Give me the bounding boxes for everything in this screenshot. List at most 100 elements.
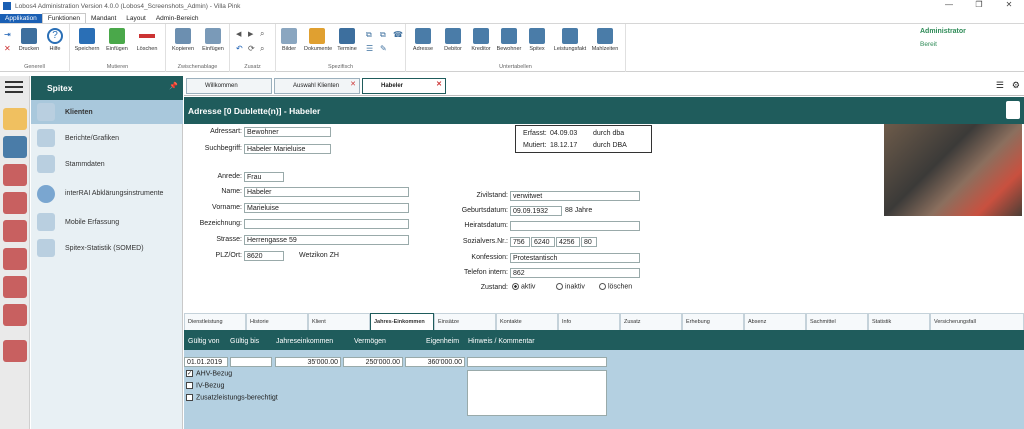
close-button[interactable]: ✕ (994, 0, 1024, 9)
service-billing-button[interactable]: Leistungsfakt (552, 28, 588, 52)
nav-item-interrai[interactable]: interRAI Abklärungsinstrumente (31, 180, 183, 208)
database-icon[interactable]: ☰ (996, 80, 1004, 91)
nav-item-statistik[interactable]: Spitex-Statistik (SOMED) (31, 236, 183, 260)
menu-tab-layout[interactable]: Layout (121, 14, 151, 23)
close-tab-icon[interactable]: ✕ (350, 80, 356, 88)
meals-button[interactable]: Mahlzeiten (590, 28, 620, 52)
address-button[interactable]: Adresse (410, 28, 436, 52)
nav-item-berichte[interactable]: Berichte/Grafiken (31, 126, 183, 150)
undo-icon[interactable]: ↶ (236, 44, 243, 53)
gueltig-bis-field[interactable] (230, 357, 272, 367)
close-tab-icon[interactable]: ✕ (436, 80, 442, 88)
home-icon[interactable] (2, 164, 27, 186)
documents-button[interactable]: Dokumente (304, 28, 332, 52)
save-button[interactable]: Speichern (74, 28, 100, 52)
subtab-erhebung[interactable]: Erhebung (682, 313, 744, 330)
settings-icon[interactable]: ⚙ (1012, 80, 1020, 91)
menu-tab-mandant[interactable]: Mandant (86, 14, 121, 23)
spitex-button[interactable]: Spitex (524, 28, 550, 52)
kreditor-button[interactable]: Kreditor (468, 28, 494, 52)
checkbox-ahv[interactable]: ✓ AHV-Bezug (186, 370, 232, 377)
cart-icon[interactable] (2, 276, 27, 298)
menu-tab-applikation[interactable]: Applikation (0, 14, 42, 23)
subtab-sachmittel[interactable]: Sachmittel (806, 313, 868, 330)
hinweis-field[interactable] (467, 357, 607, 367)
konfession-field[interactable]: Protestantisch (510, 253, 640, 263)
tab-auswahl-klienten[interactable]: Auswahl Klienten ✕ (274, 78, 360, 94)
comment-area[interactable] (467, 370, 607, 416)
phone-icon[interactable]: ☎ (393, 30, 403, 39)
tab-habeler[interactable]: Habeler ✕ (362, 78, 446, 94)
nav-next-icon[interactable]: ▶ (248, 30, 253, 38)
gueltig-von-field[interactable]: 01.01.2019 (184, 357, 228, 367)
sv-part1-field[interactable]: 756 (510, 237, 530, 247)
telefon-field[interactable]: 862 (510, 268, 640, 278)
subtab-einsaetze[interactable]: Einsätze (434, 313, 496, 330)
zoom-icon[interactable]: ⌕ (260, 44, 264, 54)
duplicate-icon[interactable]: ⧉ (380, 30, 386, 40)
delete-button[interactable]: Löschen (134, 28, 160, 52)
subtab-dienstleistung[interactable]: Dienstleistung (184, 313, 246, 330)
menu-tab-admin[interactable]: Admin-Bereich (151, 14, 204, 23)
cancel-icon[interactable]: ✕ (4, 44, 11, 53)
heiratsdatum-field[interactable] (510, 221, 640, 231)
suchbegriff-field[interactable]: Habeler Marieluise (244, 144, 331, 154)
adressart-field[interactable]: Bewohner (244, 127, 331, 137)
menu-tab-funktionen[interactable]: Funktionen (41, 13, 86, 23)
nav-item-stammdaten[interactable]: Stammdaten (31, 152, 183, 176)
copy-button[interactable]: Kopieren (170, 28, 196, 52)
subtab-historie[interactable]: Historie (246, 313, 308, 330)
help-button[interactable]: ? Hilfe (42, 28, 68, 52)
paste-button[interactable]: Einfügen (200, 28, 226, 52)
sv-part3-field[interactable]: 4256 (556, 237, 580, 247)
care-icon[interactable] (2, 220, 27, 242)
minimize-button[interactable]: — (934, 0, 964, 9)
plz-field[interactable]: 8620 (244, 251, 284, 261)
eigenheim-field[interactable]: 360'000.00 (405, 357, 465, 367)
debitor-button[interactable]: Debitor (440, 28, 466, 52)
subtab-statistik[interactable]: Statistik (868, 313, 930, 330)
subtab-jahres-einkommen[interactable]: Jahres-Einkommen (370, 313, 434, 330)
nav-item-mobile[interactable]: Mobile Erfassung (31, 210, 183, 234)
exit-icon[interactable]: ⇥ (4, 30, 11, 39)
subtab-versicherungsfall[interactable]: Versicherungsfall (930, 313, 1024, 330)
resident-button[interactable]: Bewohner (496, 28, 522, 52)
nav-first-icon[interactable]: ◀ (236, 30, 241, 38)
subtab-absenz[interactable]: Absenz (744, 313, 806, 330)
calculator-icon[interactable] (2, 248, 27, 270)
name-field[interactable]: Habeler (244, 187, 409, 197)
register-icon[interactable] (2, 304, 27, 326)
zivilstand-field[interactable]: verwitwet (510, 191, 640, 201)
nav-item-klienten[interactable]: Klienten (31, 100, 183, 124)
tab-willkommen[interactable]: Willkommen (186, 78, 272, 94)
house-icon[interactable] (2, 192, 27, 214)
favorites-icon[interactable] (2, 108, 27, 130)
list-icon[interactable]: ☰ (366, 44, 373, 53)
sv-part2-field[interactable]: 6240 (531, 237, 555, 247)
people-icon[interactable] (2, 136, 27, 158)
subtab-zusatz[interactable]: Zusatz (620, 313, 682, 330)
print-button[interactable]: Drucken (16, 28, 42, 52)
appointments-button[interactable]: Termine (334, 28, 360, 52)
geburtsdatum-field[interactable]: 09.09.1932 (510, 206, 562, 216)
checkbox-zusatzleistungen[interactable]: Zusatzleistungs-berechtigt (186, 394, 278, 401)
radio-aktiv[interactable]: aktiv (512, 283, 535, 290)
note-icon[interactable]: ✎ (380, 44, 387, 53)
images-button[interactable]: Bilder (276, 28, 302, 52)
document-icon[interactable] (1006, 101, 1020, 119)
radio-inaktiv[interactable]: inaktiv (556, 283, 585, 290)
pin-icon[interactable]: 📌 (169, 82, 178, 90)
mail-icon[interactable] (2, 340, 27, 362)
radio-loeschen[interactable]: löschen (599, 283, 632, 290)
copy-small-icon[interactable]: ⧉ (366, 30, 372, 40)
subtab-info[interactable]: Info (558, 313, 620, 330)
refresh-icon[interactable]: ⟳ (248, 44, 255, 53)
subtab-kontakte[interactable]: Kontakte (496, 313, 558, 330)
vorname-field[interactable]: Marieluise (244, 203, 409, 213)
bezeichnung-field[interactable] (244, 219, 409, 229)
search-icon[interactable]: ⌕ (260, 29, 264, 39)
jahreseinkommen-field[interactable]: 35'000.00 (275, 357, 341, 367)
anrede-field[interactable]: Frau (244, 172, 284, 182)
checkbox-iv[interactable]: IV-Bezug (186, 382, 224, 389)
insert-button[interactable]: Einfügen (104, 28, 130, 52)
